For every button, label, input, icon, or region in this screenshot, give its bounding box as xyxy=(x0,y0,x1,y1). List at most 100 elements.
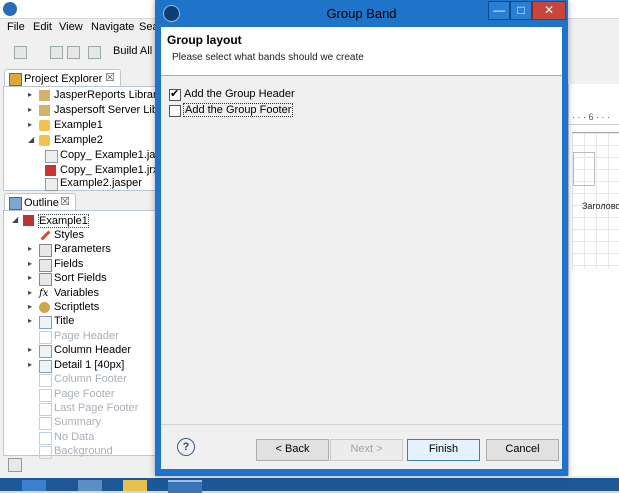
tree-item-label: Variables xyxy=(54,287,100,299)
tree-item-label: Sort Fields xyxy=(54,272,107,284)
tree-item-label: Detail 1 [40px] xyxy=(54,359,125,371)
explorer-taskbar-icon[interactable] xyxy=(78,480,102,491)
band-icon xyxy=(39,316,52,329)
menu-edit[interactable]: Edit xyxy=(33,21,52,33)
add-group-footer-checkbox[interactable] xyxy=(169,105,181,117)
tree-item-label: Background xyxy=(54,445,113,457)
ruler-label: · · · 6 · · · xyxy=(572,112,610,122)
report-element[interactable] xyxy=(573,152,595,186)
band-icon xyxy=(39,360,52,373)
close-button[interactable]: ✕ xyxy=(532,1,566,20)
ide-menu-bar: File Edit View Navigate Sea xyxy=(0,18,160,36)
menu-file[interactable]: File xyxy=(7,21,25,33)
new-icon[interactable] xyxy=(14,46,27,59)
expand-arrow-icon[interactable]: ▸ xyxy=(28,273,32,282)
add-group-header-label[interactable]: Add the Group Header xyxy=(184,88,295,100)
maximize-button[interactable]: □ xyxy=(510,1,532,20)
jaspersoft-taskbar-icon[interactable] xyxy=(168,480,202,493)
tree-item-label: Column Footer xyxy=(54,373,127,385)
band-icon xyxy=(39,432,52,445)
scriptlets-icon xyxy=(39,302,50,313)
expand-arrow-icon[interactable]: ▸ xyxy=(28,259,32,268)
next-button[interactable]: Next > xyxy=(330,439,403,461)
expand-arrow-icon[interactable]: ▸ xyxy=(28,244,32,253)
windows-taskbar xyxy=(0,478,619,493)
expand-arrow-icon[interactable]: ▸ xyxy=(28,345,32,354)
expand-arrow-icon[interactable]: ▸ xyxy=(28,316,32,325)
outline-panel: ◢ Example1 Styles ▸ Parameters ▸ Fields … xyxy=(3,210,160,459)
library-icon xyxy=(39,90,50,101)
help-icon[interactable]: ? xyxy=(177,438,195,456)
tree-item-label: Page Footer xyxy=(54,388,115,400)
back-button[interactable]: < Back xyxy=(256,439,329,461)
tree-item-label: Fields xyxy=(54,258,84,270)
status-bar-icon[interactable] xyxy=(8,458,22,472)
expand-arrow-icon[interactable]: ▸ xyxy=(28,302,32,311)
tree-item-label: Example2 xyxy=(54,134,103,146)
tree-item-label: Summary xyxy=(54,416,102,428)
expand-arrow-icon[interactable]: ▸ xyxy=(28,360,32,369)
start-icon[interactable] xyxy=(22,480,46,491)
tree-item-label: Example1 xyxy=(38,214,89,228)
ide-toolbar: Build All xyxy=(0,38,160,66)
tree-item-label: Styles xyxy=(54,229,84,241)
wizard-heading: Group layout xyxy=(167,33,242,47)
wizard-message: Please select what bands should we creat… xyxy=(172,52,364,63)
tree-item-label: Copy_ Example1.jas xyxy=(60,149,161,161)
project-explorer-label: Project Explorer xyxy=(24,73,103,85)
dialog-body: Group layout Please select what bands sh… xyxy=(161,27,562,469)
folder-taskbar-icon[interactable] xyxy=(123,480,147,491)
jrxml-file-icon xyxy=(45,150,58,163)
tree-item-label: Title xyxy=(54,315,75,327)
group-band-dialog: Group Band — □ ✕ Group layout Please sel… xyxy=(155,0,568,476)
variables-icon: fx xyxy=(39,288,49,299)
project-explorer-panel: ▸ JasperReports Library ▸ Jaspersoft Ser… xyxy=(3,86,177,191)
button-bar-divider xyxy=(161,424,562,425)
tree-item-label: Column Header xyxy=(54,344,132,356)
tree-item-label: Example1 xyxy=(54,119,103,131)
print-icon[interactable] xyxy=(88,46,101,59)
project-explorer-icon xyxy=(9,73,22,86)
sort-fields-icon xyxy=(39,273,52,286)
tree-item-label: Last Page Footer xyxy=(54,402,139,414)
save-icon[interactable] xyxy=(50,46,63,59)
finish-button[interactable]: Finish xyxy=(407,439,480,461)
parameters-icon xyxy=(39,244,52,257)
menu-view[interactable]: View xyxy=(59,21,83,33)
jasper-file-icon xyxy=(45,178,58,191)
expand-arrow-icon[interactable]: ▸ xyxy=(28,120,32,129)
cancel-button[interactable]: Cancel xyxy=(486,439,559,461)
collapse-arrow-icon[interactable]: ◢ xyxy=(28,135,34,144)
tree-item-label: Page Header xyxy=(54,330,119,342)
close-icon[interactable]: ☒ xyxy=(105,71,115,84)
band-icon xyxy=(39,374,52,387)
tree-item-label: Parameters xyxy=(54,243,111,255)
wizard-header: Group layout Please select what bands sh… xyxy=(161,27,562,76)
add-group-header-checkbox[interactable] xyxy=(169,87,181,101)
dialog-title-bar[interactable]: Group Band — □ ✕ xyxy=(155,0,568,26)
expand-arrow-icon[interactable]: ▸ xyxy=(28,288,32,297)
tree-item-label: JasperReports Library xyxy=(54,89,163,101)
add-group-footer-label[interactable]: Add the Group Footer xyxy=(182,103,294,117)
close-icon[interactable]: ☒ xyxy=(60,195,70,208)
outline-icon xyxy=(9,197,22,210)
outline-label: Outline xyxy=(24,197,59,209)
header-divider xyxy=(161,75,562,76)
expand-arrow-icon[interactable]: ▸ xyxy=(28,105,32,114)
build-all-button[interactable]: Build All xyxy=(113,45,152,57)
report-text-field[interactable]: Заголово xyxy=(582,201,619,211)
minimize-button[interactable]: — xyxy=(488,1,510,20)
save-all-icon[interactable] xyxy=(67,46,80,59)
expand-arrow-icon[interactable]: ▸ xyxy=(28,90,32,99)
collapse-arrow-icon[interactable]: ◢ xyxy=(12,215,18,224)
menu-navigate[interactable]: Navigate xyxy=(91,21,134,33)
library-icon xyxy=(39,105,50,116)
folder-icon xyxy=(39,120,50,131)
band-icon xyxy=(39,331,52,344)
eclipse-logo-icon xyxy=(3,2,17,16)
tree-item-label: Scriptlets xyxy=(54,301,100,313)
band-icon xyxy=(39,417,52,430)
folder-open-icon xyxy=(39,135,50,146)
tree-item-label: Copy_ Example1.jrx xyxy=(60,164,159,176)
styles-icon xyxy=(40,230,51,241)
